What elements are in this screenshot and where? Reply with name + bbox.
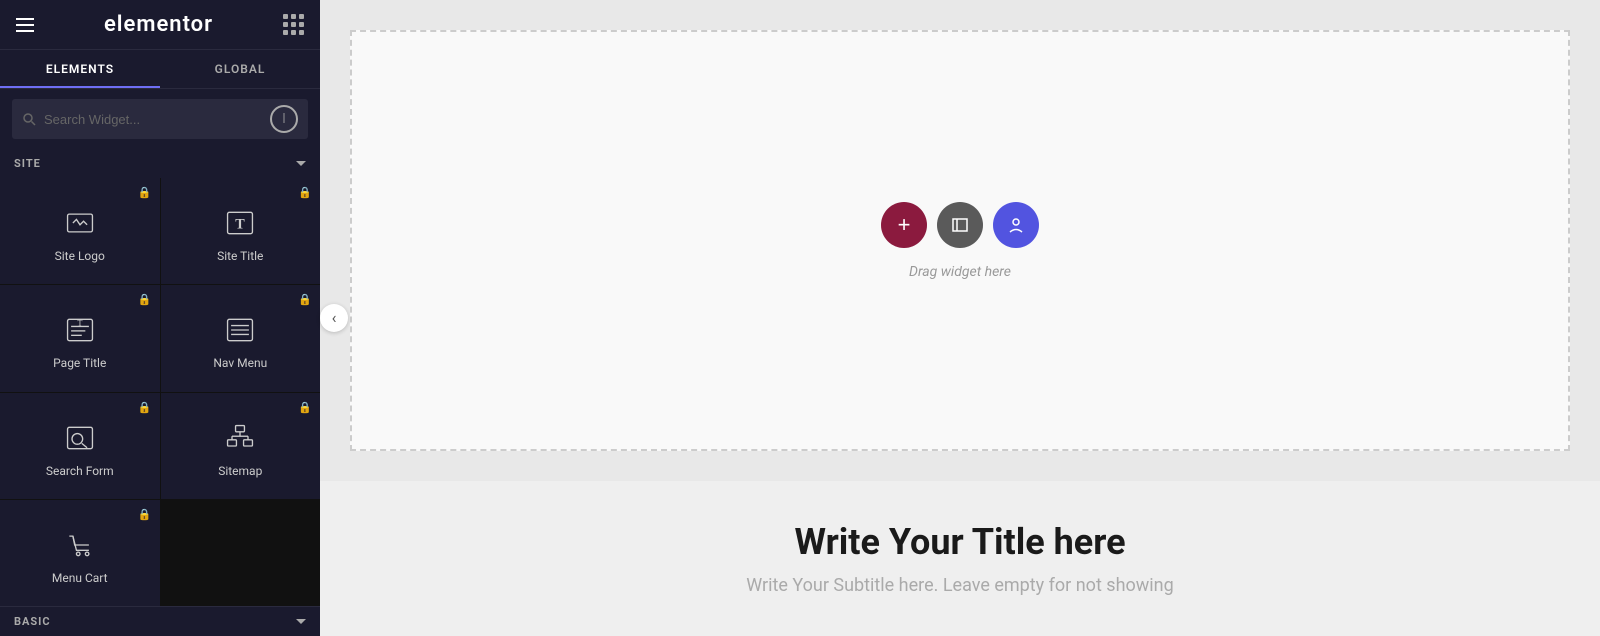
hamburger-menu[interactable] [16, 18, 34, 32]
sidebar-tabs: ELEMENTS GLOBAL [0, 50, 320, 89]
lock-icon: 🔒 [138, 186, 152, 199]
collapse-sidebar-button[interactable] [320, 304, 348, 332]
content-subtitle: Write Your Subtitle here. Leave empty fo… [350, 575, 1570, 596]
page-title-icon: T [62, 312, 98, 348]
tab-global[interactable]: GLOBAL [160, 50, 320, 88]
site-logo-label: Site Logo [55, 249, 105, 263]
search-input[interactable] [44, 112, 262, 127]
sidebar: elementor ELEMENTS GLOBAL SITE [0, 0, 320, 636]
lock-icon: 🔒 [138, 508, 152, 521]
widget-nav-menu[interactable]: 🔒 Nav Menu [161, 285, 321, 391]
lock-icon: 🔒 [298, 186, 312, 199]
basic-section-header[interactable]: BASIC [0, 606, 320, 636]
lock-icon: 🔒 [138, 401, 152, 414]
widget-grid: 🔒 Site Logo 🔒 T Site Title 🔒 T Page Titl… [0, 178, 320, 606]
content-title: Write Your Title here [350, 521, 1570, 563]
cursor-icon[interactable] [270, 105, 298, 133]
logo: elementor [104, 12, 213, 37]
svg-text:T: T [77, 319, 82, 328]
sitemap-icon [222, 420, 258, 456]
widget-site-title[interactable]: 🔒 T Site Title [161, 178, 321, 284]
nav-menu-label: Nav Menu [213, 356, 267, 370]
drop-zone-buttons: + [881, 202, 1039, 248]
search-area [0, 89, 320, 149]
site-title-icon: T [222, 205, 258, 241]
lock-icon: 🔒 [298, 293, 312, 306]
templates-button[interactable] [937, 202, 983, 248]
tab-elements[interactable]: ELEMENTS [0, 50, 160, 88]
content-section: Write Your Title here Write Your Subtitl… [320, 481, 1600, 636]
add-widget-button[interactable]: + [881, 202, 927, 248]
search-form-icon [62, 420, 98, 456]
search-icon [22, 112, 36, 126]
site-section-header[interactable]: SITE [0, 149, 320, 178]
widget-site-logo[interactable]: 🔒 Site Logo [0, 178, 160, 284]
widget-page-title[interactable]: 🔒 T Page Title [0, 285, 160, 391]
grid-icon[interactable] [283, 14, 304, 35]
lock-icon: 🔒 [138, 293, 152, 306]
basic-section-label: BASIC [14, 615, 51, 628]
drop-zone[interactable]: + Drag widget here [350, 30, 1570, 451]
nav-menu-icon [222, 312, 258, 348]
widget-menu-cart[interactable]: 🔒 Menu Cart [0, 500, 160, 606]
drop-label: Drag widget here [909, 264, 1011, 280]
site-section-label: SITE [14, 157, 41, 170]
search-form-label: Search Form [46, 464, 114, 478]
chevron-down-icon [296, 619, 306, 624]
svg-text:T: T [236, 216, 246, 232]
main-canvas: + Drag widget here Write Your Title here… [320, 0, 1600, 636]
page-title-label: Page Title [53, 356, 106, 370]
widget-sitemap[interactable]: 🔒 Sitemap [161, 393, 321, 499]
lock-icon: 🔒 [298, 401, 312, 414]
menu-cart-label: Menu Cart [52, 571, 108, 585]
navigator-button[interactable] [993, 202, 1039, 248]
search-box [12, 99, 308, 139]
site-logo-icon [62, 205, 98, 241]
sidebar-header: elementor [0, 0, 320, 50]
widget-search-form[interactable]: 🔒 Search Form [0, 393, 160, 499]
canvas-area: + Drag widget here [320, 0, 1600, 481]
site-title-label: Site Title [217, 249, 263, 263]
chevron-down-icon [296, 161, 306, 166]
sitemap-label: Sitemap [218, 464, 262, 478]
menu-cart-icon [62, 527, 98, 563]
